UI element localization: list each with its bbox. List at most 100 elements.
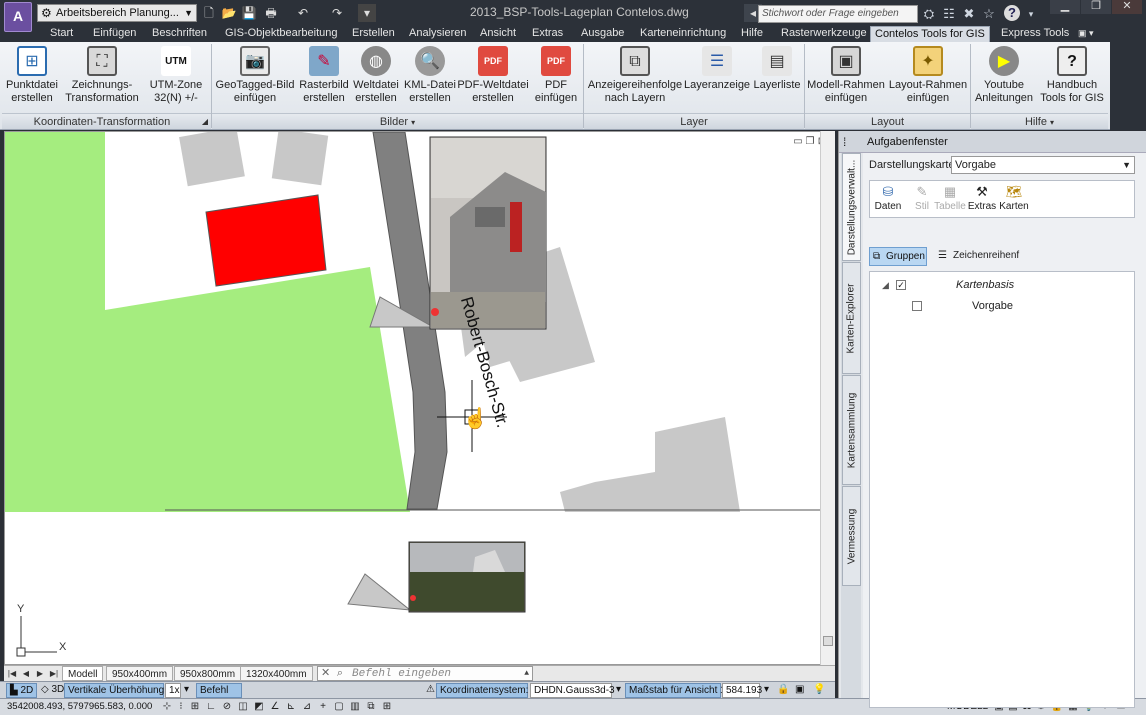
layout-rahmen-button[interactable]: ✦ Layout-Rahmen einfügen xyxy=(886,46,970,105)
mode-3d-button[interactable]: ◇ 3D xyxy=(38,683,67,698)
lineweight-icon[interactable]: + xyxy=(316,700,330,714)
image-icon[interactable]: ▣ xyxy=(792,683,807,698)
geotagged-bild-button[interactable]: 📷 GeoTagged-Bild einfügen xyxy=(214,46,296,105)
tab-contelos-tools[interactable]: Contelos Tools for GIS xyxy=(870,26,990,42)
minimize-button[interactable]: ▁ xyxy=(1050,0,1080,14)
tab-layout-950x800[interactable]: 950x800mm xyxy=(174,666,242,681)
help-icon[interactable]: ? xyxy=(1004,5,1020,21)
quick-access-dropdown[interactable]: ▾ xyxy=(358,4,376,22)
help-dropdown-icon[interactable]: ▾ xyxy=(1022,5,1040,23)
selection-cycling-icon[interactable]: ⧉ xyxy=(364,700,378,714)
layerliste-button[interactable]: ▤ Layerliste xyxy=(750,46,804,92)
ucs-icon[interactable]: ⊾ xyxy=(284,700,298,714)
prev-tab-arrow-icon[interactable]: ◀ xyxy=(20,667,32,681)
punktdatei-erstellen-button[interactable]: ⊞ Punktdatei erstellen xyxy=(4,46,60,105)
tabelle-button[interactable]: ▦ Tabelle xyxy=(934,183,966,212)
vertical-scrollbar[interactable] xyxy=(820,131,835,665)
drawing-canvas[interactable]: Robert-Bosch-Str. Y X ☝ ▭❐⊠ xyxy=(4,131,835,665)
save-icon[interactable]: 💾 xyxy=(240,4,258,22)
tab-extras[interactable]: Extras xyxy=(528,26,567,42)
modell-rahmen-button[interactable]: ▣ Modell-Rahmen einfügen xyxy=(806,46,886,105)
kartenbasis-checkbox[interactable]: ✓ xyxy=(896,280,906,290)
grid-icon[interactable]: ⊞ xyxy=(188,700,202,714)
next-tab-arrow-icon[interactable]: ▶ xyxy=(34,667,46,681)
pane-grip-icon[interactable]: ⁞ xyxy=(843,131,846,153)
print-icon[interactable]: 🖶 xyxy=(262,4,280,22)
infer-icon[interactable]: ⊹ xyxy=(160,700,174,714)
minimize-viewport-icon[interactable]: ▭ xyxy=(792,136,804,147)
tab-ansicht[interactable]: Ansicht xyxy=(476,26,520,42)
panel-koordinaten-transformation[interactable]: Koordinaten-Transformation ◢ xyxy=(2,113,211,129)
tab-darstellungsverwaltung[interactable]: Darstellungsverwalt... xyxy=(842,153,861,261)
osnap-icon[interactable]: ◫ xyxy=(236,700,250,714)
tab-karten-explorer[interactable]: Karten-Explorer xyxy=(842,262,861,374)
tab-erstellen[interactable]: Erstellen xyxy=(348,26,399,42)
restore-viewport-icon[interactable]: ❐ xyxy=(804,136,816,147)
quick-properties-icon[interactable]: ▥ xyxy=(348,700,362,714)
tree-item-kartenbasis[interactable]: Kartenbasis xyxy=(956,279,1014,291)
gruppen-button[interactable]: ⧉ Gruppen xyxy=(869,247,927,266)
tab-layout-950x400[interactable]: 950x400mm xyxy=(106,666,174,681)
pdf-weltdatei-button[interactable]: PDF PDF-Weltdatei erstellen xyxy=(456,46,530,105)
daten-button[interactable]: ⛁ Daten xyxy=(872,183,904,212)
ribbon-options-icon[interactable]: ▣ ▾ xyxy=(1074,26,1098,42)
anzeigereihenfolge-button[interactable]: ⧉ Anzeigereihenfolge nach Layern xyxy=(586,46,684,105)
chevron-up-icon[interactable]: ▲ xyxy=(524,667,529,681)
panel-layout[interactable]: Layout xyxy=(805,113,970,129)
tab-layout-1320x400[interactable]: 1320x400mm xyxy=(240,666,313,681)
first-tab-arrow-icon[interactable]: |◀ xyxy=(6,667,18,681)
transparency-icon[interactable]: ▢ xyxy=(332,700,346,714)
pdf-einfuegen-button[interactable]: PDF PDF einfügen xyxy=(532,46,580,105)
ortho-icon[interactable]: ∟ xyxy=(204,700,218,714)
tab-modell[interactable]: Modell xyxy=(62,666,104,681)
tab-hilfe[interactable]: Hilfe xyxy=(737,26,767,42)
scale-value[interactable]: 584.193 xyxy=(722,683,762,698)
youtube-anleitungen-button[interactable]: ▶ Youtube Anleitungen xyxy=(972,46,1036,105)
tab-gis-objektbearbeitung[interactable]: GIS-Objektbearbeitung xyxy=(221,26,342,42)
chevron-down-icon[interactable]: ▾ xyxy=(181,683,192,698)
workspace-dropdown[interactable]: ⚙ Arbeitsbereich Planung... ▼ xyxy=(37,4,197,22)
tab-ausgabe[interactable]: Ausgabe xyxy=(577,26,628,42)
tree-item-vorgabe[interactable]: Vorgabe xyxy=(972,300,1013,312)
panel-hilfe[interactable]: Hilfe ▾ xyxy=(971,113,1108,129)
last-tab-arrow-icon[interactable]: ▶| xyxy=(48,667,60,681)
annotation-monitor-icon[interactable]: ⊞ xyxy=(380,700,394,714)
exchange-icon[interactable]: ✖ xyxy=(960,5,978,23)
task-pane-title[interactable]: ⁞ Aufgabenfenster xyxy=(839,131,1146,153)
undo-icon[interactable]: ↶ xyxy=(294,4,312,22)
open-folder-icon[interactable]: 📂 xyxy=(220,4,238,22)
application-menu-button[interactable]: A xyxy=(4,2,32,32)
weltdatei-erstellen-button[interactable]: ◍ Weltdatei erstellen xyxy=(350,46,402,105)
vertical-exaggeration-value[interactable]: 1x xyxy=(165,683,181,698)
chevron-down-icon[interactable]: ▾ xyxy=(613,683,624,698)
3d-osnap-icon[interactable]: ◩ xyxy=(252,700,266,714)
tab-analysieren[interactable]: Analysieren xyxy=(405,26,470,42)
tab-express-tools[interactable]: Express Tools xyxy=(997,26,1073,42)
karten-button[interactable]: 🗺 Karten xyxy=(998,183,1030,212)
utm-zone-button[interactable]: UTM UTM-Zone 32(N) +/- xyxy=(144,46,208,105)
command-input[interactable]: ✕ ⌕ Befehl eingeben ▲ xyxy=(317,666,533,681)
new-file-icon[interactable]: 🗋 xyxy=(200,4,218,22)
binoculars-icon[interactable]: ⛭ xyxy=(920,5,938,23)
rasterbild-erstellen-button[interactable]: ✎ Rasterbild erstellen xyxy=(297,46,351,105)
kml-datei-erstellen-button[interactable]: 🔍 KML-Datei erstellen xyxy=(403,46,457,105)
lock-icon[interactable]: 🔒 xyxy=(774,683,792,698)
layeranzeige-button[interactable]: ☰ Layeranzeige xyxy=(684,46,750,92)
subscription-icon[interactable]: ☷ xyxy=(940,5,958,23)
panel-layer[interactable]: Layer xyxy=(584,113,804,129)
star-icon[interactable]: ☆ xyxy=(980,5,998,23)
bulb-icon[interactable]: 💡 xyxy=(810,683,828,698)
panel-bilder[interactable]: Bilder ▾ xyxy=(212,113,583,129)
close-button[interactable]: ✕ xyxy=(1112,0,1142,14)
vorgabe-checkbox[interactable] xyxy=(912,301,922,311)
maximize-button[interactable]: ❐ xyxy=(1081,0,1111,14)
mode-2d-button[interactable]: ▙ 2D xyxy=(6,683,38,698)
display-map-select[interactable]: Vorgabe ▼ xyxy=(951,156,1135,174)
handbuch-button[interactable]: ? Handbuch Tools for GIS xyxy=(1038,46,1106,105)
otrack-icon[interactable]: ∠ xyxy=(268,700,282,714)
zeichnungs-transformation-button[interactable]: ⛶ Zeichnungs- Transformation xyxy=(62,46,142,105)
tab-beschriften[interactable]: Beschriften xyxy=(148,26,211,42)
dyn-icon[interactable]: ⊿ xyxy=(300,700,314,714)
search-input[interactable]: Stichwort oder Frage eingeben xyxy=(758,5,918,23)
collapse-arrow-icon[interactable]: ◢ xyxy=(882,280,889,291)
